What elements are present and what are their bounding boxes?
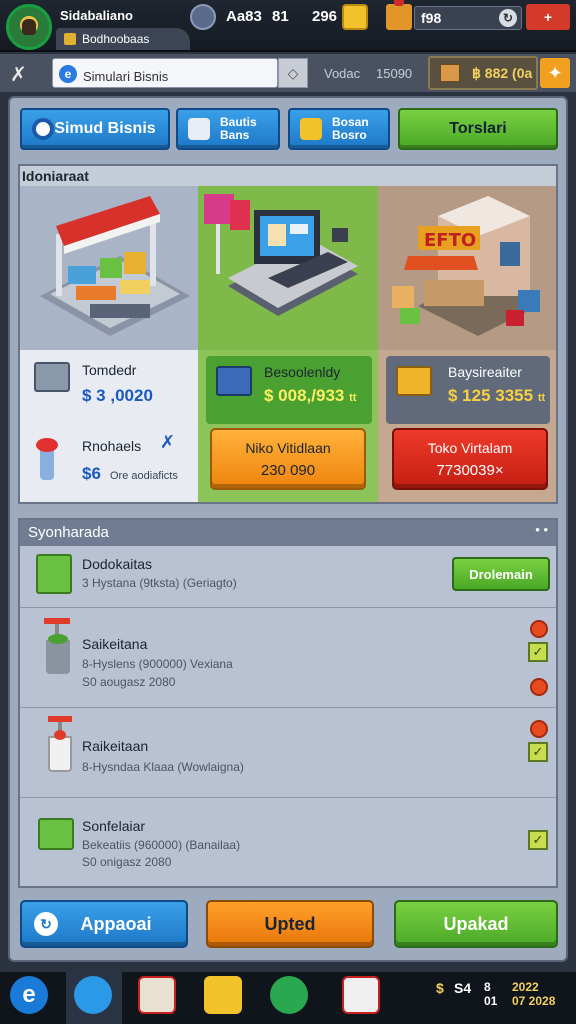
tab-simulation[interactable]: Simud Bisnis bbox=[20, 108, 170, 150]
list-item-meta: 3 Hystana (9tksta) (Geriagto) bbox=[82, 576, 237, 590]
more-icon[interactable]: • • bbox=[535, 522, 548, 537]
tray-value: S4 bbox=[454, 980, 472, 996]
computer-desk-image[interactable] bbox=[198, 186, 378, 350]
list-item-meta: Bekeatiis (960000) (Banailaa) bbox=[82, 838, 241, 852]
tab-bosro-line2: Bosro bbox=[332, 128, 367, 142]
bucket-icon bbox=[44, 618, 80, 674]
stat-level: Aa83 bbox=[226, 8, 262, 25]
approve-button-label: Appaoai bbox=[80, 913, 152, 934]
card2-price: $ 008,/933 tt bbox=[264, 386, 357, 405]
globe-icon[interactable] bbox=[270, 976, 308, 1014]
card3-price: $ 125 3355 tt bbox=[448, 386, 546, 405]
gift-icon[interactable] bbox=[386, 0, 412, 30]
cash-icon bbox=[38, 818, 74, 850]
tools-icon[interactable]: ✗ bbox=[10, 62, 27, 87]
crate-stack-icon bbox=[34, 362, 70, 392]
tab-bosro[interactable]: Bosan Bosro bbox=[288, 108, 390, 150]
money-value: f98 bbox=[421, 10, 442, 26]
tray-date: 2022 07 2028 bbox=[512, 980, 556, 1008]
checkbox[interactable]: ✓ bbox=[528, 830, 548, 850]
box-icon bbox=[216, 366, 252, 396]
gear-icon[interactable] bbox=[190, 4, 216, 30]
buy-button-3-title: Toko Virtalam bbox=[427, 439, 513, 456]
alert-icon bbox=[530, 678, 548, 696]
list-item-date: S0 onigasz 2080 bbox=[82, 855, 172, 869]
tools-cross-icon: ✗ bbox=[160, 432, 176, 452]
list-item-meta: 8-Hyslens (900000) Vexiana bbox=[82, 657, 233, 671]
upload-button[interactable]: Upakad bbox=[394, 900, 558, 948]
add-money-icon[interactable]: ↻ bbox=[499, 9, 517, 27]
list-item-title: Saikeitana bbox=[82, 636, 148, 652]
card1-price: $ 3 ,0020 bbox=[82, 386, 153, 405]
crate-icon bbox=[440, 64, 460, 82]
tray-clock: 8 01 bbox=[484, 980, 498, 1008]
stat-energy: 81 bbox=[272, 8, 289, 25]
list-header: Syonharada • • bbox=[20, 520, 556, 546]
card1-note: Ore aodiaficts bbox=[110, 470, 178, 482]
app-icon[interactable] bbox=[74, 976, 112, 1014]
card1-price2: $6 bbox=[82, 464, 101, 483]
tab-bans[interactable]: Bautis Bans bbox=[176, 108, 280, 150]
browser-icon[interactable]: e bbox=[10, 976, 48, 1014]
store-icon[interactable] bbox=[138, 976, 176, 1014]
crate-counter[interactable]: ฿ 882 (0a bbox=[428, 56, 538, 90]
profile-tab-label: Bodhoobaas bbox=[82, 32, 150, 46]
card3-name: Baysireaiter bbox=[448, 364, 522, 380]
store-building-image[interactable]: EFTO bbox=[378, 186, 556, 350]
list-item-meta: 8-Hysndaa Klaaa (Wowlaigna) bbox=[82, 760, 244, 774]
chip-icon bbox=[64, 33, 76, 45]
checkbox[interactable]: ✓ bbox=[528, 742, 548, 762]
card1-name2: Rnohaels bbox=[82, 438, 142, 454]
list-header-title: Syonharada bbox=[28, 524, 109, 541]
shop-header: Idoniaraat bbox=[22, 168, 89, 184]
close-button[interactable]: + bbox=[526, 4, 570, 30]
tag-icon bbox=[300, 118, 322, 140]
gold-icon bbox=[342, 4, 368, 30]
checkbox[interactable]: ✓ bbox=[528, 642, 548, 662]
money-display: f98 ↻ bbox=[414, 6, 522, 30]
star-icon[interactable]: ✦ bbox=[540, 58, 570, 88]
alert-icon bbox=[530, 620, 548, 638]
search-go-button[interactable]: ◇ bbox=[278, 58, 308, 88]
toolbar-count: 15090 bbox=[376, 66, 413, 81]
list-item-action-button[interactable]: Drolemain bbox=[452, 557, 550, 591]
buy-button-2[interactable]: Niko Vitidlaan 230 090 bbox=[210, 428, 366, 490]
cart-icon bbox=[396, 366, 432, 396]
toolbar-label: Vodac bbox=[324, 66, 361, 81]
buy-button-2-value: 230 090 bbox=[260, 461, 316, 479]
buy-button-3-value: 7730039× bbox=[436, 461, 504, 479]
crate-value: ฿ 882 (0a bbox=[472, 65, 533, 81]
update-button[interactable]: Upted bbox=[206, 900, 374, 948]
search-box[interactable]: e bbox=[52, 58, 278, 88]
list-item-title: Dodokaitas bbox=[82, 556, 153, 572]
list-item-title: Raikeitaan bbox=[82, 738, 149, 754]
stat-gems: 296 bbox=[312, 8, 338, 25]
card1-name: Tomdedr bbox=[82, 362, 137, 378]
approve-button[interactable]: ↻ Appaoai bbox=[20, 900, 188, 948]
paint-bucket-icon bbox=[46, 716, 82, 772]
list-item-title: Sonfelaiar bbox=[82, 818, 146, 834]
search-input[interactable] bbox=[83, 68, 273, 84]
refresh-icon bbox=[32, 118, 54, 140]
profile-tab[interactable]: Bodhoobaas bbox=[56, 28, 190, 50]
browser-icon: e bbox=[59, 65, 77, 83]
card2-name: Besoolenldy bbox=[264, 364, 341, 380]
shopping-cart-icon bbox=[36, 554, 72, 594]
document-icon bbox=[188, 118, 210, 140]
refresh-icon: ↻ bbox=[34, 912, 58, 936]
coin-tray-icon: $ bbox=[436, 980, 444, 996]
player-avatar[interactable] bbox=[6, 4, 52, 50]
store-sign: EFTO bbox=[424, 230, 476, 251]
gift-box-icon[interactable] bbox=[342, 976, 380, 1014]
buy-button-2-title: Niko Vitidlaan bbox=[245, 439, 331, 456]
plant-icon bbox=[32, 432, 62, 484]
market-stall-image[interactable] bbox=[20, 186, 198, 350]
tab-torslari[interactable]: Torslari bbox=[398, 108, 558, 150]
list-item-date: S0 aougasz 2080 bbox=[82, 675, 176, 689]
buy-button-3[interactable]: Toko Virtalam 7730039× bbox=[392, 428, 548, 490]
game-title: Sidabaliano bbox=[60, 8, 133, 23]
alert-icon bbox=[530, 720, 548, 738]
tab-bans-line2: Bans bbox=[220, 128, 250, 142]
folder-icon[interactable] bbox=[204, 976, 242, 1014]
